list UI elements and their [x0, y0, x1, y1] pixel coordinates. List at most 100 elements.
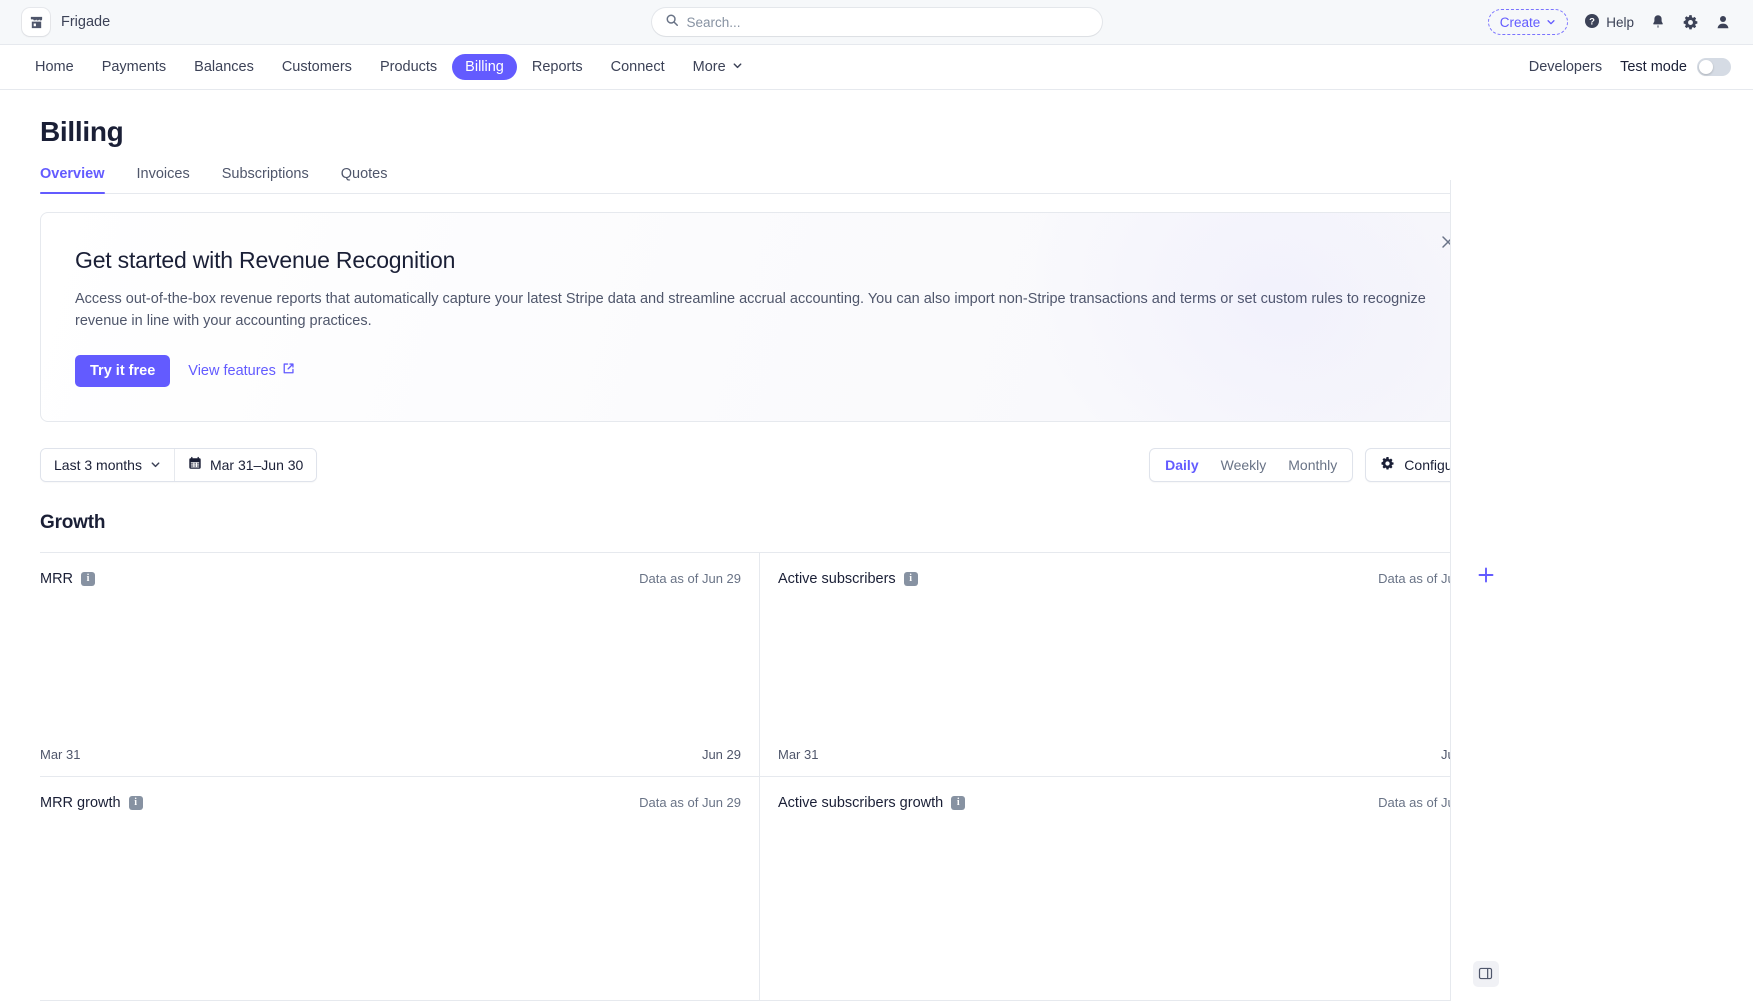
brand[interactable]: Frigade [22, 8, 110, 36]
developers-link[interactable]: Developers [1529, 59, 1602, 75]
help-button[interactable]: ? Help [1584, 13, 1634, 32]
tab-invoices[interactable]: Invoices [137, 166, 190, 193]
nav-item-home[interactable]: Home [22, 54, 87, 80]
try-it-free-button[interactable]: Try it free [75, 354, 171, 387]
interval-monthly[interactable]: Monthly [1277, 452, 1348, 478]
date-range-preset-button[interactable]: Last 3 months [41, 448, 174, 481]
chevron-down-icon [1546, 15, 1556, 30]
chart-data-asof: Data as of Jun 29 [639, 795, 741, 811]
nav-item-customers[interactable]: Customers [269, 54, 365, 80]
axis-start-label: Mar 31 [40, 746, 81, 762]
banner-actions: Try it free View features [75, 354, 1443, 387]
chart-x-axis: Mar 31 Jun 29 [40, 747, 759, 776]
panel-toggle-icon[interactable] [1472, 960, 1499, 987]
info-icon[interactable]: i [81, 571, 96, 586]
chart-card-mrr-growth: MRR growth i Data as of Jun 29 [40, 776, 760, 1001]
tab-quotes[interactable]: Quotes [341, 166, 388, 193]
interval-weekly[interactable]: Weekly [1210, 452, 1278, 478]
chart-title: Active subscribers growth i [778, 794, 966, 811]
view-features-link[interactable]: View features [188, 362, 295, 379]
filter-bar-right: Daily Weekly Monthly Configure [1149, 447, 1480, 482]
info-icon[interactable]: i [951, 795, 966, 810]
question-circle-icon: ? [1584, 13, 1600, 32]
chart-title: MRR growth i [40, 795, 143, 811]
external-link-icon [282, 362, 295, 379]
test-mode-control[interactable]: Test mode [1620, 58, 1731, 76]
chart-title-label: MRR growth [40, 794, 121, 811]
info-icon[interactable]: i [903, 571, 918, 586]
interval-toggle-group: Daily Weekly Monthly [1149, 447, 1354, 482]
chart-title: Active subscribers i [778, 571, 918, 587]
test-mode-toggle[interactable] [1697, 58, 1731, 76]
date-range-button[interactable]: Mar 31–Jun 30 [174, 448, 317, 481]
test-mode-label: Test mode [1620, 59, 1687, 75]
chart-header: Active subscribers growth i Data as of J… [778, 795, 1480, 811]
nav-item-more[interactable]: More [680, 54, 756, 80]
chart-x-axis: Mar 31 Jun 29 [778, 747, 1480, 776]
chevron-down-icon [732, 59, 743, 75]
calendar-icon [188, 456, 202, 473]
nav-item-payments[interactable]: Payments [89, 54, 179, 80]
toggle-knob [1699, 60, 1713, 74]
filter-bar: Last 3 months Mar 31–Jun 30 Daily Weekly… [40, 447, 1480, 482]
nav-items: Home Payments Balances Customers Product… [22, 54, 756, 80]
nav-right: Developers Test mode [1529, 58, 1731, 76]
bell-icon[interactable] [1650, 14, 1666, 31]
gear-icon [1380, 456, 1395, 474]
create-label: Create [1499, 14, 1541, 30]
page-tabs: Overview Invoices Subscriptions Quotes [40, 166, 1480, 194]
banner-heading: Get started with Revenue Recognition [75, 247, 456, 273]
create-button[interactable]: Create [1487, 9, 1569, 35]
primary-nav: Home Payments Balances Customers Product… [0, 45, 1753, 90]
search-icon [665, 13, 679, 32]
store-icon [22, 8, 50, 36]
chevron-down-icon [150, 457, 161, 473]
growth-card-grid: MRR i Data as of Jun 29 Mar 31 Jun 29 Ac… [40, 551, 1480, 1001]
search-box[interactable] [651, 8, 1102, 36]
chart-title-label: MRR [40, 570, 74, 587]
axis-end-label: Jun 29 [701, 746, 741, 762]
tab-subscriptions[interactable]: Subscriptions [222, 166, 309, 193]
axis-start-label: Mar 31 [778, 746, 819, 762]
chart-card-active-subscribers-growth: Active subscribers growth i Data as of J… [760, 777, 1480, 1001]
chart-title: MRR i [40, 570, 96, 587]
plus-icon[interactable] [1473, 562, 1499, 588]
nav-item-balances[interactable]: Balances [181, 54, 267, 80]
chart-data-asof: Data as of Jun 29 [639, 571, 741, 587]
chart-plot-area [40, 587, 759, 747]
search-input[interactable] [686, 14, 1089, 30]
chart-card-mrr: MRR i Data as of Jun 29 Mar 31 Jun 29 [40, 552, 760, 777]
gear-icon[interactable] [1682, 14, 1699, 31]
chart-header: MRR growth i Data as of Jun 29 [40, 795, 759, 811]
view-features-label: View features [188, 362, 276, 379]
chart-title-label: Active subscribers growth [778, 794, 944, 811]
top-bar-right: Create ? Help [1487, 9, 1731, 35]
chart-header: MRR i Data as of Jun 29 [40, 571, 759, 587]
revenue-recognition-banner: Get started with Revenue Recognition Acc… [40, 212, 1480, 422]
person-icon[interactable] [1715, 14, 1731, 30]
top-bar: Frigade Create ? [0, 0, 1753, 45]
nav-item-products[interactable]: Products [367, 54, 450, 80]
chart-header: Active subscribers i Data as of Jun 29 [778, 571, 1480, 587]
chart-card-active-subscribers: Active subscribers i Data as of Jun 29 M… [760, 553, 1480, 777]
page-title: Billing [40, 116, 124, 147]
info-icon[interactable]: i [128, 795, 143, 810]
banner-body: Access out-of-the-box revenue reports th… [75, 291, 1426, 330]
date-range-preset-label: Last 3 months [54, 456, 142, 473]
nav-item-connect[interactable]: Connect [598, 54, 678, 80]
chart-plot-area [778, 811, 1480, 1000]
right-rail [1450, 180, 1520, 1001]
brand-name: Frigade [61, 14, 111, 30]
tab-overview[interactable]: Overview [40, 166, 105, 194]
date-filter-group: Last 3 months Mar 31–Jun 30 [40, 447, 318, 482]
date-range-label: Mar 31–Jun 30 [209, 456, 304, 473]
help-label: Help [1606, 14, 1634, 30]
main-content: Billing Overview Invoices Subscriptions … [0, 90, 1520, 1001]
nav-item-billing[interactable]: Billing [452, 54, 517, 80]
nav-item-reports[interactable]: Reports [519, 54, 596, 80]
chart-plot-area [40, 811, 759, 1000]
growth-section-title: Growth [40, 511, 106, 533]
nav-item-more-label: More [692, 59, 726, 75]
search-container [651, 8, 1102, 36]
interval-daily[interactable]: Daily [1154, 452, 1209, 478]
